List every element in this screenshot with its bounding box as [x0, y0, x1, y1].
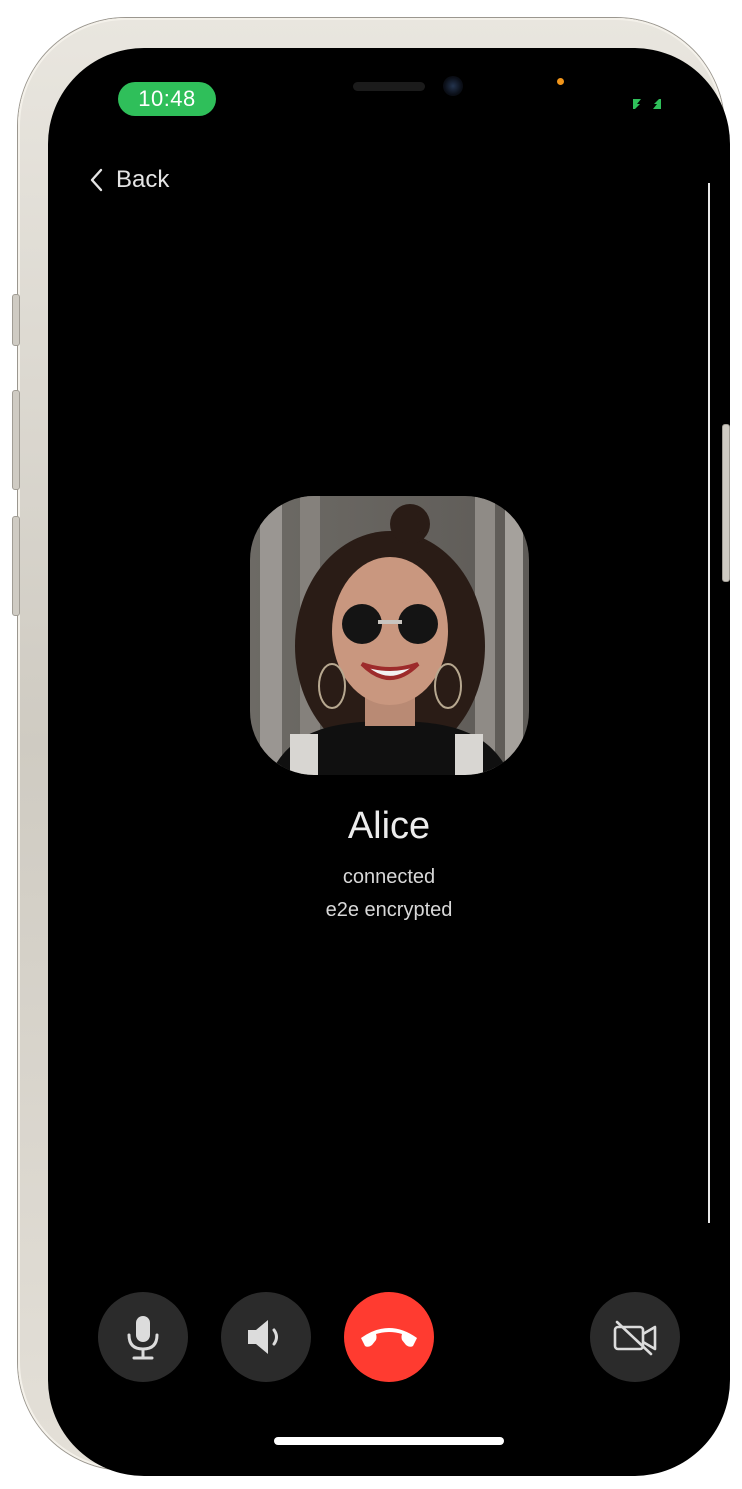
end-call-button[interactable]: [344, 1292, 434, 1382]
front-camera: [443, 76, 463, 96]
speaker-button[interactable]: [221, 1292, 311, 1382]
back-button[interactable]: Back: [90, 162, 169, 198]
call-status-icon: [630, 96, 664, 112]
encryption-status: e2e encrypted: [325, 899, 453, 921]
mic-in-use-indicator: [557, 78, 564, 85]
volume-down-button: [12, 516, 20, 616]
contact-avatar: [250, 496, 529, 775]
call-screen: 10:48 Back Alice connected e2e encrypted: [48, 48, 730, 1476]
volume-up-button: [12, 390, 20, 490]
chevron-left-icon: [90, 168, 103, 192]
earpiece-speaker: [353, 82, 425, 91]
call-status: connected: [342, 866, 436, 888]
caller-name: Alice: [347, 805, 431, 847]
home-indicator[interactable]: [274, 1437, 504, 1445]
video-off-icon: [613, 1320, 657, 1356]
end-call-icon: [361, 1328, 417, 1347]
microphone-icon: [127, 1316, 159, 1360]
status-time[interactable]: 10:48: [118, 82, 216, 116]
screen-edge: [708, 183, 710, 1223]
power-button: [722, 424, 730, 582]
back-label: Back: [116, 166, 170, 193]
phone-frame: 10:48 Back Alice connected e2e encrypted: [18, 18, 730, 1476]
speaker-icon: [248, 1320, 278, 1354]
silent-switch: [12, 294, 20, 346]
video-toggle-button[interactable]: [590, 1292, 680, 1382]
mute-button[interactable]: [98, 1292, 188, 1382]
